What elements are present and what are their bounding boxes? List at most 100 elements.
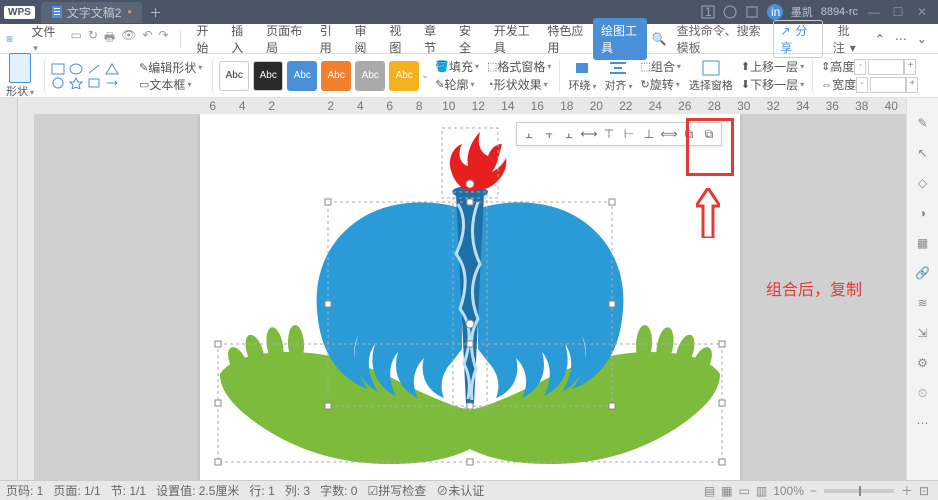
layers-icon[interactable]: ≋	[913, 293, 933, 313]
shape-icon[interactable]	[87, 63, 101, 75]
textbox[interactable]: ▭文本框	[139, 76, 202, 93]
ribbon-tab[interactable]: 特色应用	[539, 18, 593, 60]
section[interactable]: 节: 1/1	[111, 482, 146, 499]
move-up-button[interactable]: ⬆上移一层	[741, 58, 804, 76]
row[interactable]: 行: 1	[249, 482, 274, 499]
ribbon-tab[interactable]: 引用	[312, 18, 347, 60]
shapes-gallery[interactable]	[49, 62, 133, 90]
view-icon[interactable]: ▦	[721, 484, 732, 498]
more-icon[interactable]: ⋯	[895, 32, 907, 46]
shape-icon[interactable]	[105, 77, 119, 89]
page[interactable]: ⫠ ⫟ ⫠ ⟷ ⊤ ⊢ ⊥ ⟺ ⧉ ⧉ 组合后，复制	[200, 114, 740, 480]
outline-button[interactable]: ✎轮廓	[435, 76, 479, 94]
shape-picker[interactable]	[9, 53, 31, 83]
ribbon-tab[interactable]: 开发工具	[486, 18, 540, 60]
height-minus[interactable]: -	[854, 59, 866, 75]
shape-icon[interactable]	[69, 63, 83, 75]
shape-icon[interactable]	[87, 77, 101, 89]
format-pane-button[interactable]: ⬚格式窗格	[487, 58, 551, 76]
style-preset[interactable]: Abc	[253, 61, 283, 91]
qa-icon[interactable]: ▭	[71, 28, 82, 49]
view-icon[interactable]: ▤	[704, 484, 715, 498]
horizontal-ruler[interactable]: 642246810121416182022242628303234363840	[18, 98, 906, 114]
close-button[interactable]: ✕	[910, 5, 934, 19]
page-scroll[interactable]: ⫠ ⫟ ⫠ ⟷ ⊤ ⊢ ⊥ ⟺ ⧉ ⧉ 组合后，复制	[34, 114, 906, 480]
ribbon-tab[interactable]: 插入	[223, 18, 258, 60]
style-preset[interactable]: Abc	[287, 61, 317, 91]
titlebar-icon[interactable]: 1	[701, 5, 715, 19]
page-of[interactable]: 页面: 1/1	[53, 482, 100, 499]
pencil-icon[interactable]: ✎	[913, 113, 933, 133]
align-icon[interactable]	[608, 59, 628, 77]
zoom-plus[interactable]: ＋	[901, 482, 913, 499]
share-button[interactable]: ↗分享	[773, 20, 822, 58]
history-icon[interactable]: ⏲	[913, 383, 933, 403]
search-text[interactable]: 查找命令、搜索模板	[677, 22, 764, 56]
hamburger-icon[interactable]: ≡	[6, 32, 21, 46]
style-preset[interactable]: Abc	[219, 61, 249, 91]
more-icon[interactable]: ⋯	[913, 413, 933, 433]
char-count[interactable]: 字数: 0	[320, 482, 357, 499]
arrow-icon[interactable]: ↖	[913, 143, 933, 163]
width-input[interactable]	[870, 77, 906, 93]
width-minus[interactable]: -	[856, 77, 868, 93]
popup-icon[interactable]: ⫟	[540, 125, 558, 143]
zoom-slider[interactable]	[824, 489, 894, 493]
fit-icon[interactable]: ⊡	[919, 484, 929, 498]
popup-icon[interactable]: ⫠	[520, 125, 538, 143]
height-input[interactable]	[868, 59, 904, 75]
shape-icon[interactable]	[51, 63, 65, 75]
style-preset[interactable]: Abc	[389, 61, 419, 91]
fill-button[interactable]: 🪣填充	[435, 58, 479, 76]
vertical-ruler[interactable]	[18, 114, 34, 480]
shape-icon[interactable]: ◇	[913, 173, 933, 193]
grid-icon[interactable]: ▦	[913, 233, 933, 253]
ribbon-tab[interactable]: 审阅	[347, 18, 382, 60]
maximize-button[interactable]: ☐	[886, 5, 910, 19]
select-pane-label[interactable]: 选择窗格	[689, 77, 733, 93]
move-down-button[interactable]: ⬇下移一层	[741, 76, 804, 94]
ribbon-tab[interactable]: 视图	[381, 18, 416, 60]
export-icon[interactable]: ⇲	[913, 323, 933, 343]
align-label[interactable]: 对齐	[604, 77, 632, 93]
group-button[interactable]: ⬚组合	[640, 58, 680, 76]
edit-shape[interactable]: ✎编辑形状	[139, 59, 202, 76]
user-avatar[interactable]: in	[767, 4, 783, 20]
popup-icon[interactable]: ⊢	[620, 125, 638, 143]
bucket-icon[interactable]: ◑	[913, 203, 933, 223]
style-preset[interactable]: Abc	[355, 61, 385, 91]
view-icon[interactable]: ▭	[739, 484, 750, 498]
ribbon-tab[interactable]: 章节	[416, 18, 451, 60]
popup-icon[interactable]: ⊥	[640, 125, 658, 143]
rotate-button[interactable]: ↻旋转	[640, 76, 680, 94]
popup-icon[interactable]: ⟷	[580, 125, 598, 143]
qa-icon[interactable]: 🖶	[104, 28, 115, 49]
shape-icon[interactable]	[51, 77, 65, 89]
qa-icon[interactable]: ↻	[88, 28, 98, 49]
view-icon[interactable]: ▥	[756, 484, 767, 498]
setting-value[interactable]: 设置值: 2.5厘米	[156, 482, 239, 499]
spell-check[interactable]: ☑拼写检查	[367, 482, 426, 499]
cert[interactable]: ⊘未认证	[436, 482, 484, 499]
settings-icon[interactable]: ⚙	[913, 353, 933, 373]
comment-button[interactable]: 批注▾	[833, 22, 865, 56]
collapse-icon[interactable]: ⌃	[875, 32, 885, 46]
wrap-label[interactable]: 环绕	[568, 77, 596, 93]
width-plus[interactable]: +	[906, 77, 918, 93]
page-number[interactable]: 页码: 1	[6, 482, 43, 499]
select-pane-icon[interactable]	[701, 59, 721, 77]
titlebar-icon[interactable]	[723, 5, 737, 19]
height-plus[interactable]: +	[904, 59, 916, 75]
shape-effect-button[interactable]: ◔形状效果	[487, 76, 551, 94]
qa-icon[interactable]: ↶	[142, 28, 152, 49]
expand-icon[interactable]: ⌄	[917, 32, 927, 46]
popup-icon[interactable]: ⊤	[600, 125, 618, 143]
ribbon-tab[interactable]: 开始	[188, 18, 223, 60]
column[interactable]: 列: 3	[285, 482, 310, 499]
user-name[interactable]: 墨凯	[791, 4, 813, 20]
wrap-icon[interactable]	[572, 59, 592, 77]
ribbon-tab-active[interactable]: 绘图工具	[593, 18, 647, 60]
popup-icon[interactable]: ⟺	[660, 125, 678, 143]
file-menu[interactable]: 文件	[27, 23, 61, 54]
link-icon[interactable]: 🔗	[913, 263, 933, 283]
